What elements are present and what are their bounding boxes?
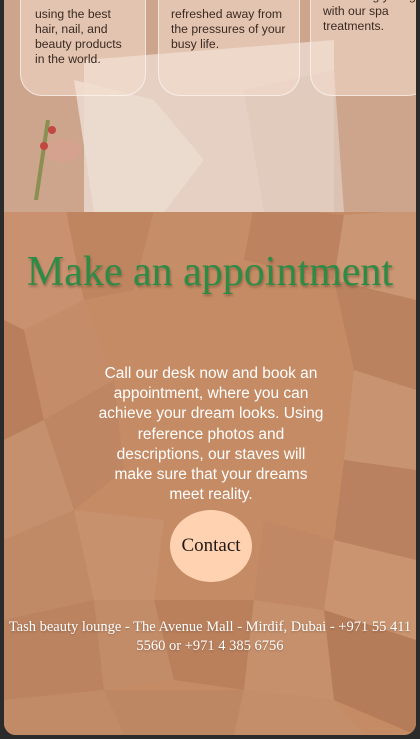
appointment-heading: Make an appointment <box>26 249 394 295</box>
appointment-description: Call our desk now and book an appointmen… <box>98 365 324 504</box>
contact-button[interactable]: Contact <box>170 510 252 582</box>
service-card: using the best hair, nail, and beauty pr… <box>20 0 146 96</box>
footer-contact-info: Tash beauty lounge - The Avenue Mall - M… <box>8 619 412 654</box>
service-card: refreshed away from the pressures of you… <box>158 0 300 96</box>
page-frame: using the best hair, nail, and beauty pr… <box>4 0 416 735</box>
service-card: reality and come out feeling young with … <box>310 0 416 96</box>
service-card-text: using the best hair, nail, and beauty pr… <box>35 7 122 66</box>
service-card-text: refreshed away from the pressures of you… <box>171 7 286 51</box>
service-card-text: reality and come out feeling young with … <box>323 0 416 33</box>
